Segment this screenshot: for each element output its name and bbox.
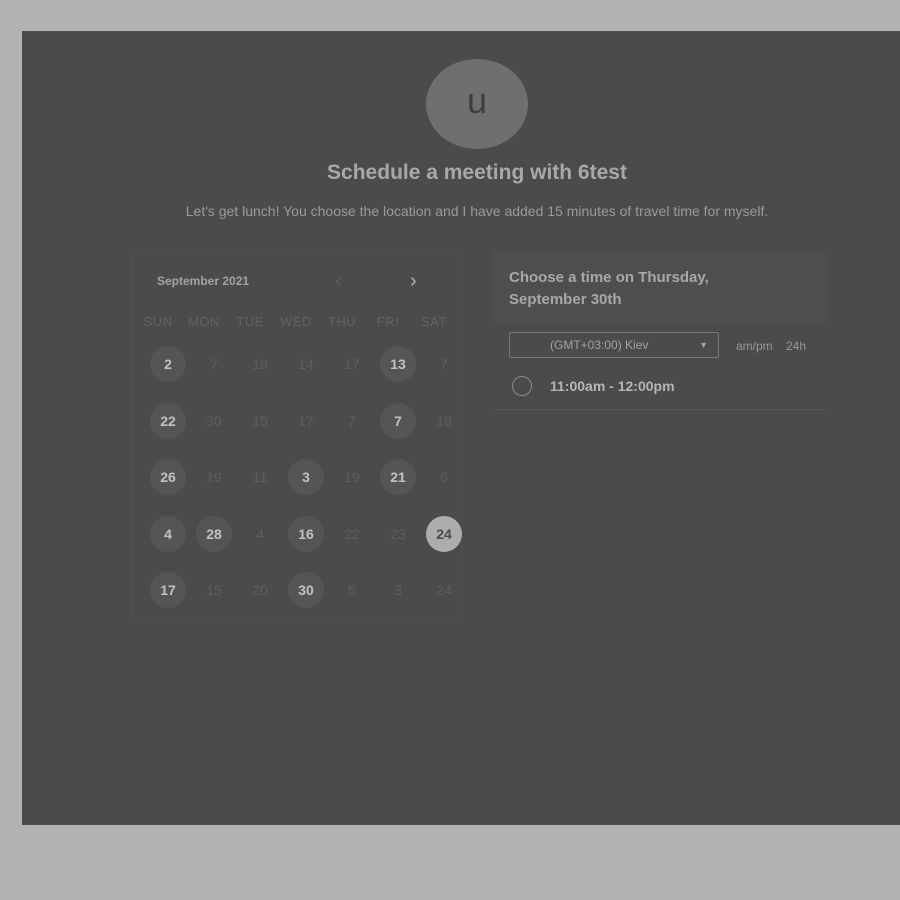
calendar-day[interactable]: 26 [150, 459, 186, 495]
calendar-day[interactable]: 16 [288, 516, 324, 552]
timezone-select[interactable]: (GMT+03:00) Kiev ▼ [509, 332, 719, 358]
calendar-day: 19 [206, 469, 222, 485]
calendar-day: 5 [348, 582, 356, 598]
weekday-sun: SUN [143, 314, 173, 329]
radio-button[interactable] [512, 376, 532, 396]
calendar-day: 17 [344, 356, 360, 372]
time-slot-label: 11:00am - 12:00pm [550, 378, 675, 394]
calendar-month-label: September 2021 [157, 274, 250, 288]
weekday-tue: TUE [236, 314, 264, 329]
weekday-fri: FRI [376, 314, 400, 329]
calendar-day: 15 [252, 413, 268, 429]
calendar-day[interactable]: 4 [150, 516, 186, 552]
calendar-day: 19 [344, 469, 360, 485]
page-subtitle: Let's get lunch! You choose the location… [185, 203, 769, 219]
date-picker-calendar: September 2021 ‹ › SUN MON TUE WED THU F… [132, 251, 462, 623]
calendar-day: 15 [206, 582, 222, 598]
time-picker: Choose a time on Thursday, September 30t… [492, 251, 826, 410]
calendar-day: 14 [298, 356, 314, 372]
page-title: Schedule a meeting with 6test [327, 161, 627, 184]
time-picker-header: Choose a time on Thursday, September 30t… [492, 251, 826, 323]
calendar-day: 7 [210, 356, 218, 372]
calendar-day: 3 [394, 582, 402, 598]
calendar-day[interactable]: 30 [288, 572, 324, 608]
calendar-day[interactable]: 22 [150, 403, 186, 439]
calendar-day-selected[interactable]: 24 [426, 516, 462, 552]
format-24h-toggle[interactable]: 24h [786, 339, 806, 353]
weekday-mon: MON [188, 314, 220, 329]
time-picker-title: Choose a time on Thursday, September 30t… [509, 269, 709, 308]
calendar-day[interactable]: 17 [150, 572, 186, 608]
calendar-day[interactable]: 13 [380, 346, 416, 382]
weekday-wed: WED [280, 314, 312, 329]
format-ampm-toggle[interactable]: am/pm [736, 339, 773, 353]
chevron-left-icon[interactable]: ‹ [335, 270, 342, 293]
timezone-value: (GMT+03:00) Kiev [550, 338, 649, 352]
calendar-day[interactable]: 21 [380, 459, 416, 495]
calendar-day[interactable]: 7 [380, 403, 416, 439]
calendar-day: 17 [298, 413, 314, 429]
caret-down-icon: ▼ [699, 340, 708, 350]
calendar-day: 7 [440, 356, 448, 372]
scheduler-panel: u Schedule a meeting with 6test Let's ge… [22, 31, 900, 825]
calendar-day: 23 [390, 526, 406, 542]
calendar-day: 18 [436, 413, 452, 429]
calendar-day: 30 [206, 413, 222, 429]
calendar-day: 11 [252, 469, 268, 485]
calendar-day: 22 [344, 526, 360, 542]
calendar-day: 20 [252, 582, 268, 598]
weekday-thu: THU [327, 314, 357, 329]
calendar-day: 7 [348, 413, 356, 429]
calendar-day: 4 [256, 526, 264, 542]
avatar: u [426, 59, 528, 149]
chevron-right-icon[interactable]: › [410, 270, 417, 293]
calendar-day: 6 [440, 469, 448, 485]
calendar-day: 24 [436, 582, 452, 598]
avatar-initial: u [466, 80, 488, 121]
weekday-sat: SAT [421, 314, 447, 329]
calendar-day[interactable]: 28 [196, 516, 232, 552]
calendar-day[interactable]: 2 [150, 346, 186, 382]
calendar-day[interactable]: 3 [288, 459, 324, 495]
calendar-day: 19 [252, 356, 268, 372]
